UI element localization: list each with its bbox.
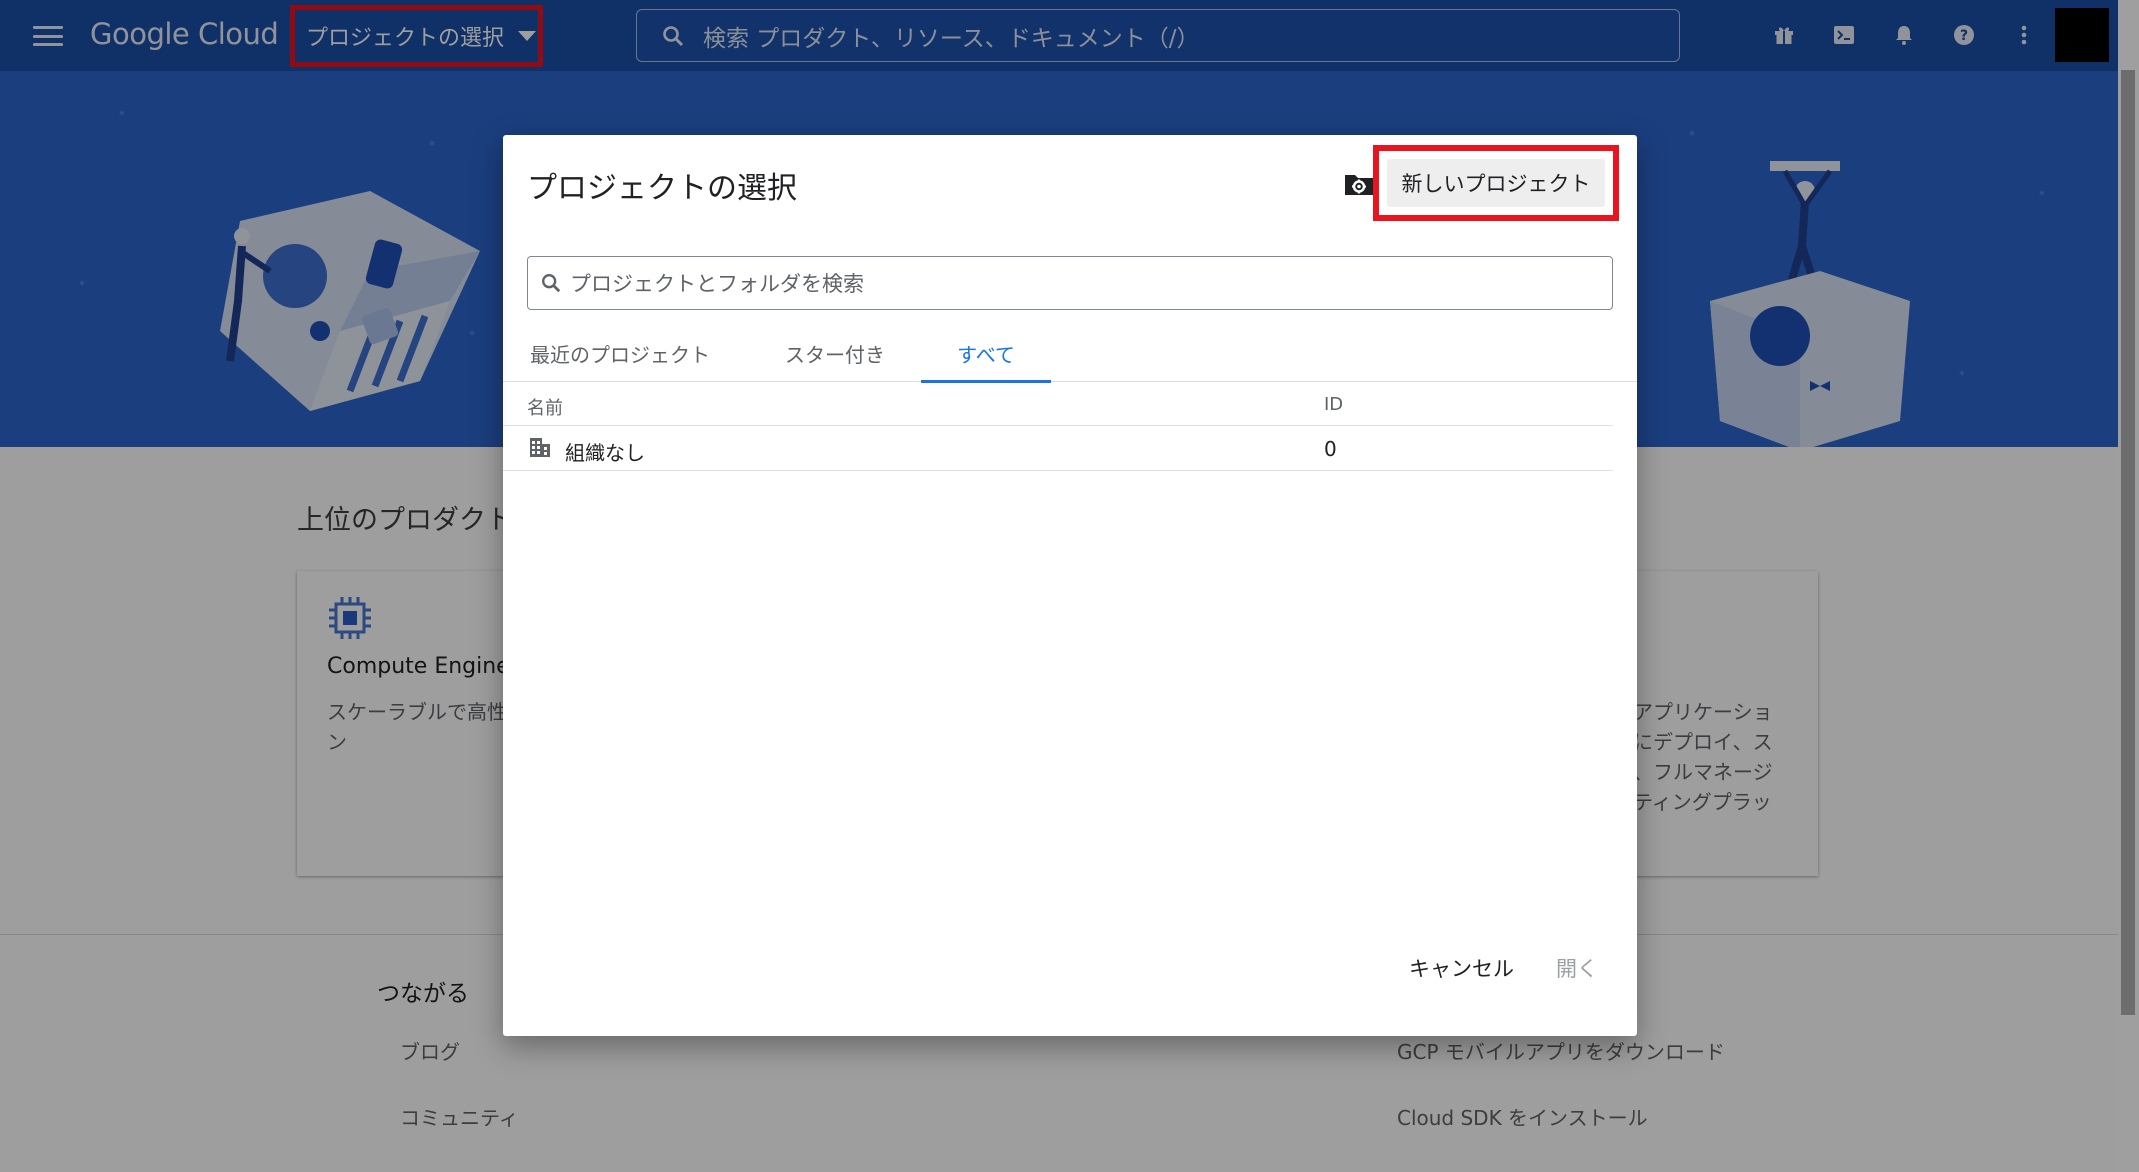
table-row[interactable]: 組織なし 0 xyxy=(503,426,1613,471)
page-scrollbar[interactable] xyxy=(2118,0,2139,1172)
new-project-button[interactable]: 新しいプロジェクト xyxy=(1387,159,1605,207)
dialog-tabs: 最近のプロジェクト スター付き すべて xyxy=(503,325,1637,383)
column-header-id[interactable]: ID xyxy=(1324,394,1343,415)
open-button[interactable]: 開く xyxy=(1556,953,1598,983)
dialog-title: プロジェクトの選択 xyxy=(527,171,797,206)
search-icon xyxy=(542,274,561,293)
project-table: 名前 ID 組織なし 0 xyxy=(503,382,1613,471)
tab-all[interactable]: すべて xyxy=(921,325,1051,383)
project-picker-dialog: プロジェクトの選択 新しいプロジェクト プロジェクトとフォルダを検索 最近のプロ… xyxy=(503,135,1637,1036)
row-name[interactable]: 組織なし xyxy=(565,437,645,466)
row-id: 0 xyxy=(1324,437,1337,461)
column-header-name[interactable]: 名前 xyxy=(527,394,563,420)
new-project-highlight: 新しいプロジェクト xyxy=(1373,145,1619,221)
scrollbar-thumb[interactable] xyxy=(2121,70,2135,1015)
tab-recent-projects[interactable]: 最近のプロジェクト xyxy=(525,325,715,382)
table-header: 名前 ID xyxy=(503,382,1613,426)
project-search-placeholder: プロジェクトとフォルダを検索 xyxy=(570,272,864,296)
folder-settings-icon[interactable] xyxy=(1343,168,1375,200)
cancel-button[interactable]: キャンセル xyxy=(1409,953,1514,983)
project-search-input[interactable]: プロジェクトとフォルダを検索 xyxy=(527,256,1613,310)
organization-icon xyxy=(530,438,550,457)
tab-starred[interactable]: スター付き xyxy=(770,325,900,382)
